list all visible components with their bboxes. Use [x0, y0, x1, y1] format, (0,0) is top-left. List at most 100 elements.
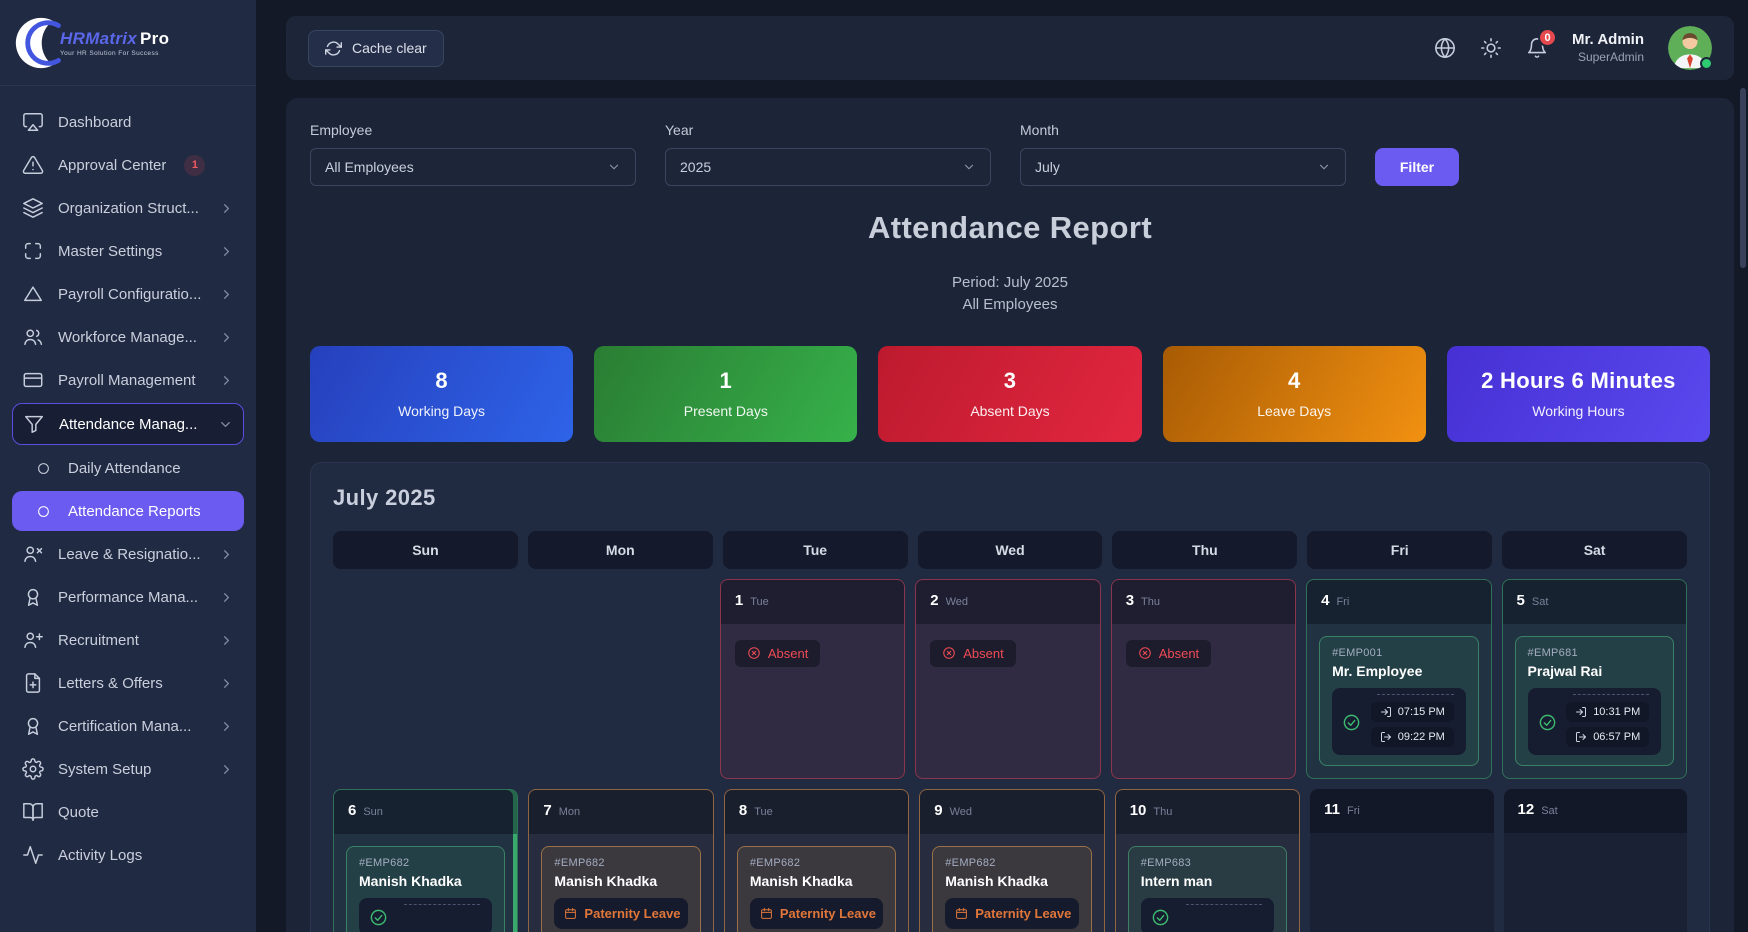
calendar-day-cell-7: 7Mon #EMP682 Manish Khadka Paternity Lea…	[528, 789, 713, 932]
filter-submit-button[interactable]: Filter	[1375, 148, 1459, 186]
employee-select[interactable]: All Employees	[310, 148, 636, 186]
login-icon	[1575, 706, 1587, 718]
year-select[interactable]: 2025	[665, 148, 991, 186]
chevron-right-icon	[219, 719, 234, 734]
sidebar-item-dashboard[interactable]: Dashboard	[12, 102, 244, 142]
check-circle-icon	[1538, 713, 1557, 732]
theme-sun-icon[interactable]	[1480, 37, 1502, 59]
report-scope-line: All Employees	[310, 294, 1710, 316]
sidebar-item-organization-structure[interactable]: Organization Struct...	[12, 188, 244, 228]
sidebar-item-certification-management[interactable]: Certification Mana...	[12, 706, 244, 746]
leave-status-badge: Paternity Leave	[554, 898, 687, 929]
chevron-right-icon	[219, 676, 234, 691]
calendar-day-cell-9: 9Wed #EMP682 Manish Khadka Paternity Lea…	[919, 789, 1104, 932]
logout-icon	[1575, 731, 1587, 743]
circle-icon	[32, 500, 54, 522]
absent-days-card: 3 Absent Days	[878, 346, 1141, 442]
chevron-down-icon	[962, 160, 976, 174]
gear-icon	[22, 758, 44, 780]
employee-card[interactable]: #EMP682 Manish Khadka Paternity Leave	[737, 846, 896, 932]
employee-card[interactable]: #EMP683 Intern man	[1128, 846, 1287, 932]
calendar-panel: July 2025 Sun Mon Tue Wed Thu Fri Sat 1T…	[310, 462, 1710, 932]
app-logo: HRMatrixPro Your HR Solution For Success	[0, 0, 256, 86]
calendar-week-row: 6Sun #EMP682 Manish Khadka 7Mon #EMP682	[333, 789, 1687, 932]
logo-brand: HRMatrix	[60, 29, 137, 48]
chevron-right-icon	[219, 633, 234, 648]
main-area: Cache clear 0 Mr. Admin SuperAdmin	[256, 0, 1748, 932]
calendar-day-cell-12: 12Sat	[1504, 789, 1687, 932]
credit-card-icon	[22, 369, 44, 391]
sidebar: HRMatrixPro Your HR Solution For Success…	[0, 0, 256, 932]
employee-filter-label: Employee	[310, 122, 636, 138]
logo-tagline: Your HR Solution For Success	[60, 50, 169, 57]
chevron-right-icon	[219, 201, 234, 216]
sidebar-item-daily-attendance[interactable]: Daily Attendance	[12, 448, 244, 488]
sidebar-item-recruitment[interactable]: Recruitment	[12, 620, 244, 660]
globe-icon[interactable]	[1434, 37, 1456, 59]
chevron-right-icon	[219, 244, 234, 259]
logout-icon	[1380, 731, 1392, 743]
calendar-day-cell-6: 6Sun #EMP682 Manish Khadka	[333, 789, 518, 932]
year-filter-label: Year	[665, 122, 991, 138]
cache-clear-button[interactable]: Cache clear	[308, 30, 444, 67]
file-plus-icon	[22, 672, 44, 694]
check-out-time: 06:57 PM	[1566, 727, 1649, 747]
punch-times: 07:15 PM 09:22 PM	[1332, 688, 1465, 755]
calendar-icon	[760, 907, 773, 920]
calendar-day-cell-5: 5Sat #EMP681 Prajwal Rai 10:31 PM 06:57 …	[1502, 579, 1687, 779]
chevron-right-icon	[219, 590, 234, 605]
employee-card[interactable]: #EMP681 Prajwal Rai 10:31 PM 06:57 PM	[1515, 636, 1674, 766]
notification-badge: 0	[1538, 28, 1557, 47]
chevron-right-icon	[219, 330, 234, 345]
employee-card[interactable]: #EMP682 Manish Khadka Paternity Leave	[541, 846, 700, 932]
sidebar-item-workforce-management[interactable]: Workforce Manage...	[12, 317, 244, 357]
working-days-card: 8 Working Days	[310, 346, 573, 442]
check-circle-icon	[369, 908, 388, 927]
user-plus-icon	[22, 629, 44, 651]
sidebar-item-system-setup[interactable]: System Setup	[12, 749, 244, 789]
day-header-fri: Fri	[1307, 531, 1492, 569]
employee-card[interactable]: #EMP682 Manish Khadka Paternity Leave	[932, 846, 1091, 932]
sidebar-item-master-settings[interactable]: Master Settings	[12, 231, 244, 271]
absent-badge: Absent	[930, 640, 1015, 667]
punch-times: 10:31 PM 06:57 PM	[1528, 688, 1661, 755]
month-select[interactable]: July	[1020, 148, 1346, 186]
sidebar-item-payroll-configuration[interactable]: Payroll Configuratio...	[12, 274, 244, 314]
sidebar-item-letters-offers[interactable]: Letters & Offers	[12, 663, 244, 703]
book-open-icon	[22, 801, 44, 823]
employee-card[interactable]: #EMP001 Mr. Employee 07:15 PM 09:22 PM	[1319, 636, 1478, 766]
check-circle-icon	[1151, 908, 1170, 927]
circle-icon	[32, 457, 54, 479]
refresh-icon	[325, 40, 342, 57]
calendar-week-row: 1Tue Absent 2Wed Absent 3Thu Absent 4Fri…	[333, 579, 1687, 779]
report-period: Period: July 2025 All Employees	[310, 272, 1710, 316]
day-header-wed: Wed	[918, 531, 1103, 569]
page-scrollbar[interactable]	[1740, 88, 1746, 268]
punch-times	[1141, 898, 1274, 932]
x-circle-icon	[747, 646, 761, 660]
filter-bar: Employee All Employees Year 2025 Month J…	[310, 122, 1710, 186]
sidebar-item-attendance-reports[interactable]: Attendance Reports	[12, 491, 244, 531]
calendar-heading: July 2025	[333, 485, 1687, 511]
users-icon	[22, 326, 44, 348]
sidebar-item-attendance-management[interactable]: Attendance Manag...	[12, 403, 244, 445]
absent-badge: Absent	[735, 640, 820, 667]
calendar-icon	[564, 907, 577, 920]
absent-badge: Absent	[1126, 640, 1211, 667]
calendar-day-cell-4: 4Fri #EMP001 Mr. Employee 07:15 PM 09:22…	[1306, 579, 1491, 779]
page-title: Attendance Report	[310, 210, 1710, 246]
day-header-thu: Thu	[1112, 531, 1297, 569]
x-circle-icon	[1138, 646, 1152, 660]
sidebar-item-leave-resignation[interactable]: Leave & Resignatio...	[12, 534, 244, 574]
employee-card[interactable]: #EMP682 Manish Khadka	[346, 846, 505, 932]
sidebar-item-performance-management[interactable]: Performance Mana...	[12, 577, 244, 617]
report-period-line: Period: July 2025	[310, 272, 1710, 294]
bell-icon[interactable]: 0	[1526, 37, 1548, 59]
sidebar-item-quote[interactable]: Quote	[12, 792, 244, 832]
sidebar-item-approval-center[interactable]: Approval Center 1	[12, 145, 244, 185]
sidebar-item-activity-logs[interactable]: Activity Logs	[12, 835, 244, 875]
sidebar-item-payroll-management[interactable]: Payroll Management	[12, 360, 244, 400]
calendar-icon	[955, 907, 968, 920]
calendar-day-cell-8: 8Tue #EMP682 Manish Khadka Paternity Lea…	[724, 789, 909, 932]
chevron-down-icon	[1317, 160, 1331, 174]
